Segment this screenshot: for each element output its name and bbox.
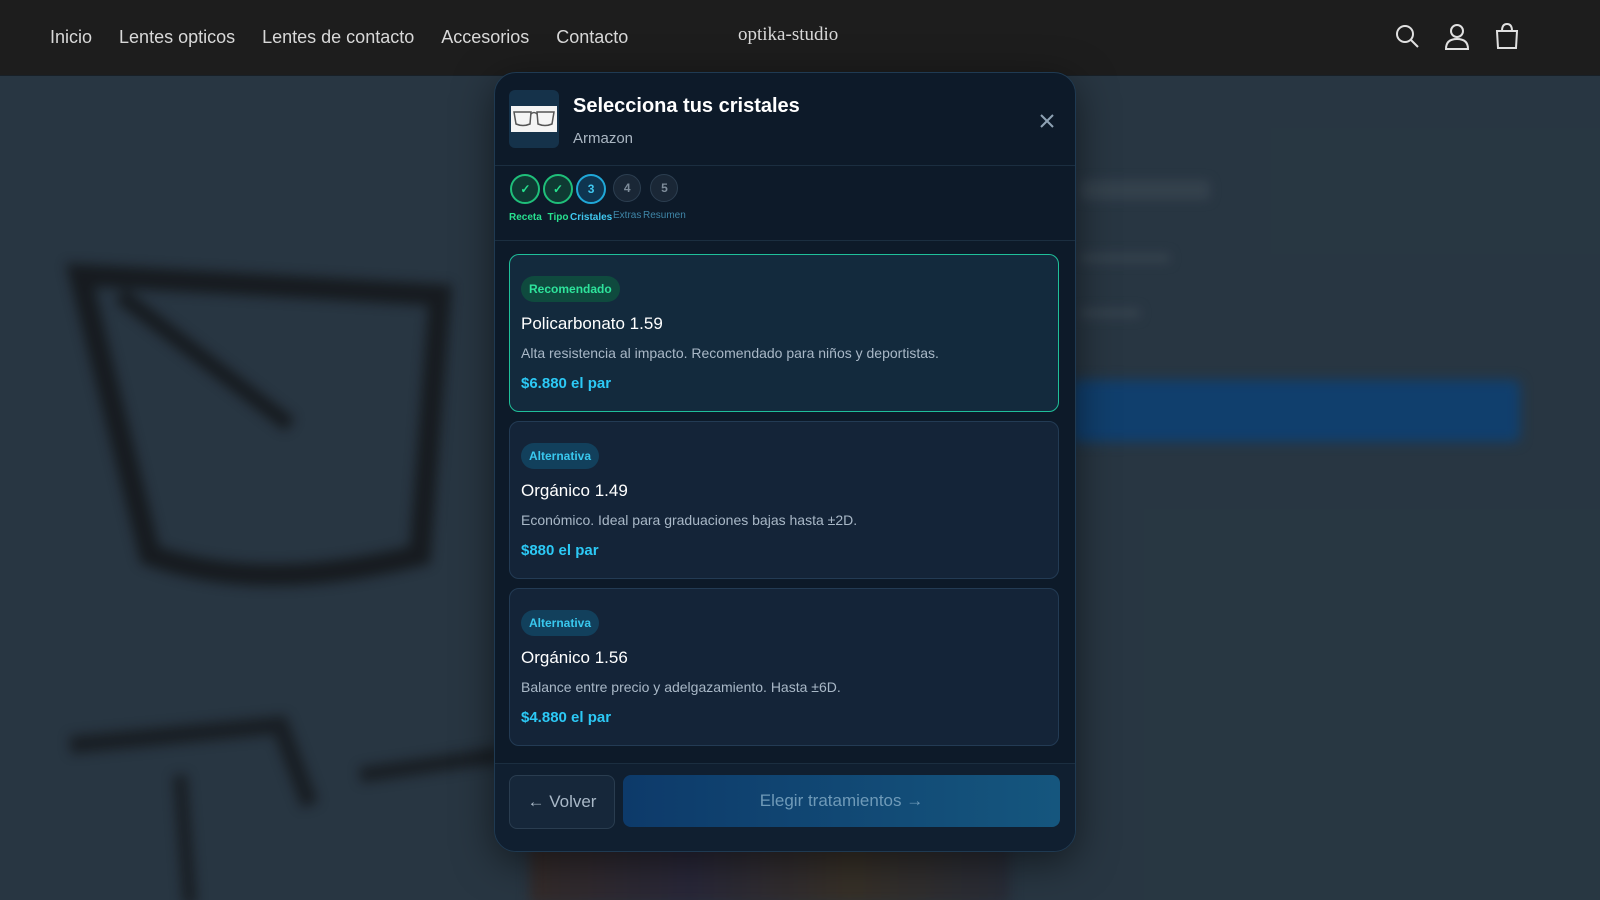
- site-header: Inicio Lentes opticos Lentes de contacto…: [0, 0, 1600, 75]
- step-number: 3: [576, 174, 607, 204]
- lens-price: $4.880 el par: [521, 709, 612, 726]
- lens-option-policarbonato[interactable]: Recomendado Policarbonato 1.59 Alta resi…: [509, 254, 1059, 412]
- step-done-icon: ✓: [543, 174, 573, 204]
- lens-options-list: Recomendado Policarbonato 1.59 Alta resi…: [495, 240, 1075, 760]
- lens-name: Policarbonato 1.59: [521, 314, 663, 333]
- lens-description: Balance entre precio y adelgazamiento. H…: [521, 679, 841, 695]
- back-button[interactable]: ← Volver: [509, 775, 615, 829]
- lens-option-organico-156[interactable]: Alternativa Orgánico 1.56 Balance entre …: [509, 588, 1059, 746]
- lens-name: Orgánico 1.49: [521, 481, 628, 500]
- progress-steps: ✓ Receta ✓ Tipo 3 Cristales 4 Extras 5 R…: [495, 166, 1075, 241]
- lens-price: $6.880 el par: [521, 375, 612, 392]
- brand-logo[interactable]: optika-studio: [738, 24, 838, 46]
- step-label: Cristales: [570, 212, 613, 223]
- step-cristales[interactable]: 3 Cristales: [570, 174, 612, 223]
- nav-inicio[interactable]: Inicio: [50, 27, 92, 48]
- step-extras[interactable]: 4 Extras: [613, 174, 641, 221]
- modal-header: Selecciona tus cristales Armazon: [495, 73, 1075, 166]
- choose-treatments-button[interactable]: Elegir tratamientos →: [623, 775, 1060, 827]
- nav-contacto[interactable]: Contacto: [556, 27, 628, 48]
- modal-footer: ← Volver Elegir tratamientos →: [495, 763, 1075, 851]
- nav-accesorios[interactable]: Accesorios: [441, 27, 529, 48]
- step-label: Tipo: [547, 212, 569, 223]
- cart-icon[interactable]: [1492, 18, 1522, 54]
- close-icon[interactable]: [1037, 111, 1057, 131]
- step-label: Extras: [613, 210, 642, 221]
- modal-subtitle: Armazon: [573, 130, 634, 147]
- main-nav: Inicio Lentes opticos Lentes de contacto…: [50, 0, 655, 75]
- recommended-badge: Recomendado: [521, 276, 620, 302]
- step-resumen[interactable]: 5 Resumen: [643, 174, 686, 221]
- header-icons: [1392, 18, 1522, 54]
- step-tipo[interactable]: ✓ Tipo: [543, 174, 573, 223]
- modal-title: Selecciona tus cristales: [573, 95, 800, 117]
- glasses-thumbnail-icon: [511, 106, 557, 132]
- frame-thumbnail: [509, 90, 559, 148]
- lens-selection-modal: Selecciona tus cristales Armazon ✓ Recet…: [494, 72, 1076, 852]
- step-done-icon: ✓: [510, 174, 541, 204]
- step-receta[interactable]: ✓ Receta: [509, 174, 542, 223]
- lens-description: Económico. Ideal para graduaciones bajas…: [521, 512, 858, 528]
- lens-description: Alta resistencia al impacto. Recomendado…: [521, 345, 939, 361]
- lens-name: Orgánico 1.56: [521, 648, 628, 667]
- step-label: Receta: [509, 212, 542, 223]
- account-icon[interactable]: [1442, 18, 1472, 54]
- lens-option-organico-149[interactable]: Alternativa Orgánico 1.49 Económico. Ide…: [509, 421, 1059, 579]
- search-icon[interactable]: [1392, 18, 1422, 54]
- step-label: Resumen: [643, 210, 686, 221]
- nav-lentes-de-contacto[interactable]: Lentes de contacto: [262, 27, 414, 48]
- nav-lentes-opticos[interactable]: Lentes opticos: [119, 27, 235, 48]
- lens-price: $880 el par: [521, 542, 599, 559]
- alternative-badge: Alternativa: [521, 443, 600, 469]
- alternative-badge: Alternativa: [521, 610, 600, 636]
- step-number: 5: [650, 174, 679, 202]
- step-number: 4: [613, 174, 642, 202]
